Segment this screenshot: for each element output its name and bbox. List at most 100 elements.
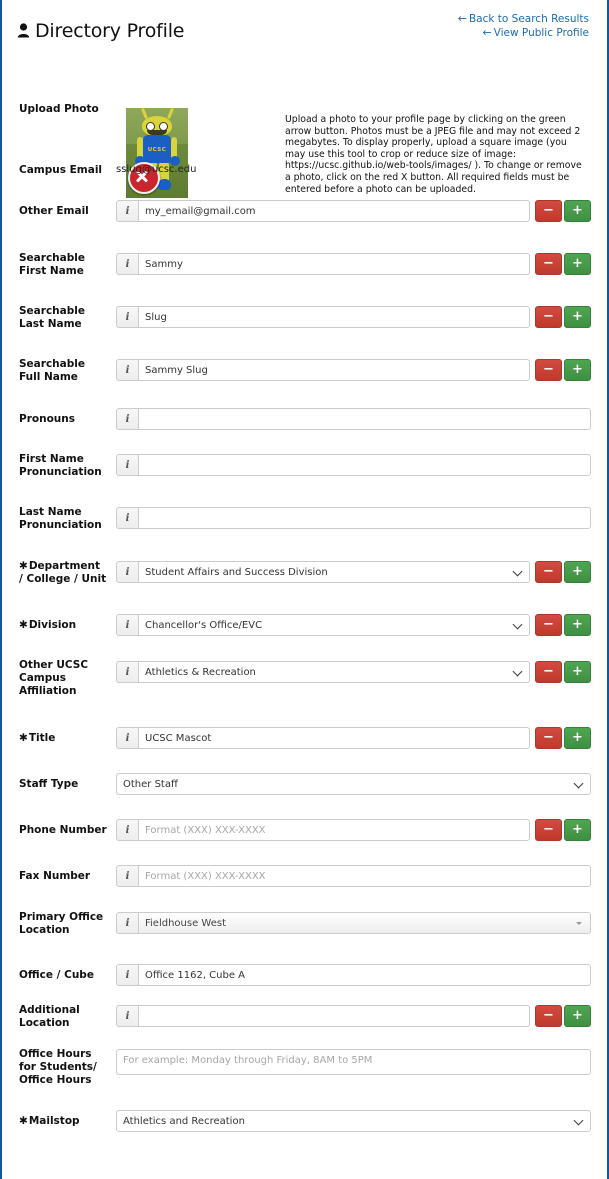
- info-icon[interactable]: i: [116, 253, 138, 275]
- other-affiliation-select[interactable]: Athletics & Recreation: [138, 661, 530, 683]
- remove-additional-location-button[interactable]: −: [535, 1005, 562, 1027]
- required-asterisk-icon: ✱: [19, 732, 28, 744]
- remove-searchable-last-name-button[interactable]: −: [535, 306, 562, 328]
- label-other-email: Other Email: [19, 205, 89, 217]
- additional-location-input[interactable]: [138, 1005, 530, 1027]
- chevron-down-icon: [575, 782, 583, 790]
- remove-searchable-first-name-button[interactable]: −: [535, 253, 562, 275]
- info-icon[interactable]: i: [116, 819, 138, 841]
- add-other-email-button[interactable]: +: [564, 200, 591, 222]
- row-searchable-first-name: Searchable First Name i Sammy − +: [2, 252, 607, 306]
- info-icon[interactable]: i: [116, 661, 138, 683]
- info-icon[interactable]: i: [116, 359, 138, 381]
- pronouns-input[interactable]: [138, 408, 591, 430]
- last-name-pronunciation-input[interactable]: [138, 507, 591, 529]
- value-campus-email: sslug@ucsc.edu: [116, 164, 197, 175]
- chevron-down-icon: [514, 623, 522, 631]
- row-fax-number: Fax Number i Format (XXX) XXX-XXXX: [2, 865, 607, 912]
- mailstop-select[interactable]: Athletics and Recreation: [116, 1110, 591, 1132]
- add-searchable-full-name-button[interactable]: +: [564, 359, 591, 381]
- first-name-pronunciation-input[interactable]: [138, 454, 591, 476]
- field-other-affiliation: i Athletics & Recreation − +: [116, 661, 591, 683]
- info-icon[interactable]: i: [116, 964, 138, 986]
- row-campus-email: Campus Email sslug@ucsc.edu: [2, 155, 607, 200]
- chevron-down-icon: [576, 922, 582, 925]
- label-last-name-pronunciation: Last Name Pronunciation: [19, 506, 102, 531]
- info-icon[interactable]: i: [116, 507, 138, 529]
- field-last-name-pronunciation: i: [116, 507, 591, 529]
- department-select[interactable]: Student Affairs and Success Division: [138, 561, 530, 583]
- add-division-button[interactable]: +: [564, 614, 591, 636]
- mascot-shirt-text: UCSC: [147, 147, 167, 153]
- add-additional-location-button[interactable]: +: [564, 1005, 591, 1027]
- row-additional-location: Additional Location i − +: [2, 1004, 607, 1049]
- info-icon[interactable]: i: [116, 865, 138, 887]
- left-arrow-icon: ←: [457, 12, 467, 25]
- info-icon[interactable]: i: [116, 306, 138, 328]
- label-office-cube: Office / Cube: [19, 969, 94, 981]
- searchable-full-name-input[interactable]: Sammy Slug: [138, 359, 530, 381]
- other-email-input[interactable]: my_email@gmail.com: [138, 200, 530, 222]
- remove-searchable-full-name-button[interactable]: −: [535, 359, 562, 381]
- phone-number-input[interactable]: Format (XXX) XXX-XXXX: [138, 819, 530, 841]
- field-first-name-pronunciation: i: [116, 454, 591, 476]
- field-other-email: i my_email@gmail.com − +: [116, 200, 591, 222]
- info-icon[interactable]: i: [116, 614, 138, 636]
- staff-type-select[interactable]: Other Staff: [116, 773, 591, 795]
- add-title-button[interactable]: +: [564, 727, 591, 749]
- view-public-profile-label: View Public Profile: [493, 27, 589, 39]
- remove-division-button[interactable]: −: [535, 614, 562, 636]
- remove-department-button[interactable]: −: [535, 561, 562, 583]
- label-additional-location: Additional Location: [19, 1004, 80, 1029]
- field-division: i Chancellor's Office/EVC − +: [116, 614, 591, 636]
- office-hours-placeholder: For example: Monday through Friday, 8AM …: [123, 1055, 373, 1066]
- info-icon[interactable]: i: [116, 454, 138, 476]
- label-first-name-pronunciation: First Name Pronunciation: [19, 453, 102, 478]
- info-icon[interactable]: i: [116, 727, 138, 749]
- add-department-button[interactable]: +: [564, 561, 591, 583]
- page-title-text: Directory Profile: [35, 20, 185, 42]
- field-pronouns: i: [116, 408, 591, 430]
- remove-other-email-button[interactable]: −: [535, 200, 562, 222]
- remove-other-affiliation-button[interactable]: −: [535, 661, 562, 683]
- field-staff-type: Other Staff: [116, 773, 591, 795]
- field-fax-number: i Format (XXX) XXX-XXXX: [116, 865, 591, 887]
- upload-photo-label: Upload Photo: [19, 103, 99, 115]
- info-icon[interactable]: i: [116, 408, 138, 430]
- add-searchable-last-name-button[interactable]: +: [564, 306, 591, 328]
- field-primary-office-location: i Fieldhouse West: [116, 912, 591, 934]
- fax-number-input[interactable]: Format (XXX) XXX-XXXX: [138, 865, 591, 887]
- add-searchable-first-name-button[interactable]: +: [564, 253, 591, 275]
- view-public-profile-link[interactable]: ← View Public Profile: [458, 26, 589, 40]
- label-department: ✱Department / College / Unit: [19, 560, 107, 586]
- division-select[interactable]: Chancellor's Office/EVC: [138, 614, 530, 636]
- info-icon[interactable]: i: [116, 1005, 138, 1027]
- required-asterisk-icon: ✱: [19, 1115, 28, 1127]
- add-other-affiliation-button[interactable]: +: [564, 661, 591, 683]
- office-hours-textarea[interactable]: For example: Monday through Friday, 8AM …: [116, 1049, 591, 1075]
- row-searchable-full-name: Searchable Full Name i Sammy Slug − +: [2, 358, 607, 408]
- info-icon[interactable]: i: [116, 200, 138, 222]
- searchable-last-name-input[interactable]: Slug: [138, 306, 530, 328]
- field-department: i Student Affairs and Success Division −…: [116, 561, 591, 583]
- add-phone-number-button[interactable]: +: [564, 819, 591, 841]
- other-affiliation-selected-value: Athletics & Recreation: [145, 666, 256, 678]
- required-asterisk-icon: ✱: [19, 619, 28, 631]
- row-division: ✱Division i Chancellor's Office/EVC − +: [2, 614, 607, 661]
- row-department: ✱Department / College / Unit i Student A…: [2, 560, 607, 614]
- row-last-name-pronunciation: Last Name Pronunciation i: [2, 506, 607, 561]
- row-title: ✱Title i UCSC Mascot − +: [2, 727, 607, 773]
- info-icon[interactable]: i: [116, 912, 138, 934]
- page-header: Directory Profile ← Back to Search Result…: [2, 0, 607, 50]
- title-input[interactable]: UCSC Mascot: [138, 727, 530, 749]
- remove-phone-number-button[interactable]: −: [535, 819, 562, 841]
- remove-title-button[interactable]: −: [535, 727, 562, 749]
- person-icon: [17, 21, 30, 43]
- label-searchable-full-name: Searchable Full Name: [19, 358, 85, 383]
- required-asterisk-icon: ✱: [19, 560, 28, 572]
- searchable-first-name-input[interactable]: Sammy: [138, 253, 530, 275]
- primary-office-location-select[interactable]: Fieldhouse West: [138, 912, 591, 934]
- info-icon[interactable]: i: [116, 561, 138, 583]
- office-cube-input[interactable]: Office 1162, Cube A: [138, 964, 591, 986]
- back-to-search-results-link[interactable]: ← Back to Search Results: [458, 12, 589, 26]
